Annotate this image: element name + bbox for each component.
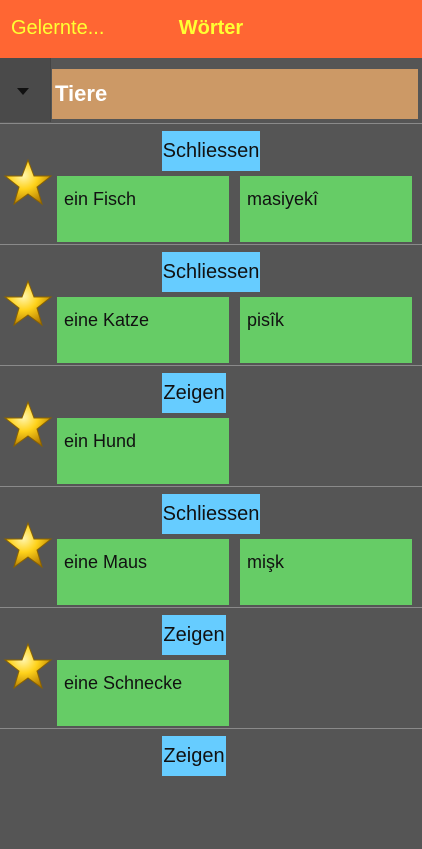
word-row: Schliessen eine Maus mişk — [0, 486, 422, 607]
toggle-button[interactable]: Schliessen — [162, 494, 260, 534]
german-word: eine Katze — [64, 310, 150, 330]
german-word: ein Hund — [64, 431, 137, 451]
triangle-down-icon — [17, 88, 29, 95]
translation-card[interactable]: pisîk — [240, 297, 412, 363]
toggle-button[interactable]: Zeigen — [162, 615, 226, 655]
navigation-bar: Gelernte... Wörter — [0, 0, 422, 58]
german-word: eine Schnecke — [64, 673, 183, 693]
toggle-button[interactable]: Zeigen — [162, 373, 226, 413]
word-row: Schliessen eine Katze pisîk — [0, 244, 422, 365]
category-select[interactable]: Tiere — [52, 69, 418, 119]
word-row: Zeigen eine Schnecke — [0, 607, 422, 728]
german-word-card[interactable]: eine Schnecke — [57, 660, 229, 726]
word-row: Zeigen — [0, 728, 422, 849]
toggle-button[interactable]: Schliessen — [162, 131, 260, 171]
german-word-card[interactable]: eine Katze — [57, 297, 229, 363]
category-bar: Tiere — [0, 58, 422, 122]
translation-card[interactable]: masiyekî — [240, 176, 412, 242]
translation-word: pisîk — [247, 310, 285, 330]
german-word: eine Maus — [64, 552, 148, 572]
star-icon[interactable] — [3, 521, 53, 571]
star-icon[interactable] — [3, 158, 53, 208]
word-list: Schliessen ein Fisch masiyekî Schliessen… — [0, 123, 422, 849]
category-label: Tiere — [55, 81, 108, 106]
translation-word: masiyekî — [247, 189, 319, 209]
word-row: Schliessen ein Fisch masiyekî — [0, 123, 422, 244]
toggle-button[interactable]: Schliessen — [162, 252, 260, 292]
category-dropdown-button[interactable] — [0, 58, 51, 122]
star-icon[interactable] — [3, 642, 53, 692]
word-row: Zeigen ein Hund — [0, 365, 422, 486]
german-word-card[interactable]: ein Hund — [57, 418, 229, 484]
toggle-button[interactable]: Zeigen — [162, 736, 226, 776]
german-word: ein Fisch — [64, 189, 137, 209]
translation-word: mişk — [247, 552, 284, 572]
star-icon[interactable] — [3, 279, 53, 329]
page-title: Wörter — [178, 17, 244, 39]
german-word-card[interactable]: eine Maus — [57, 539, 229, 605]
star-icon[interactable] — [3, 400, 53, 450]
german-word-card[interactable]: ein Fisch — [57, 176, 229, 242]
translation-card[interactable]: mişk — [240, 539, 412, 605]
